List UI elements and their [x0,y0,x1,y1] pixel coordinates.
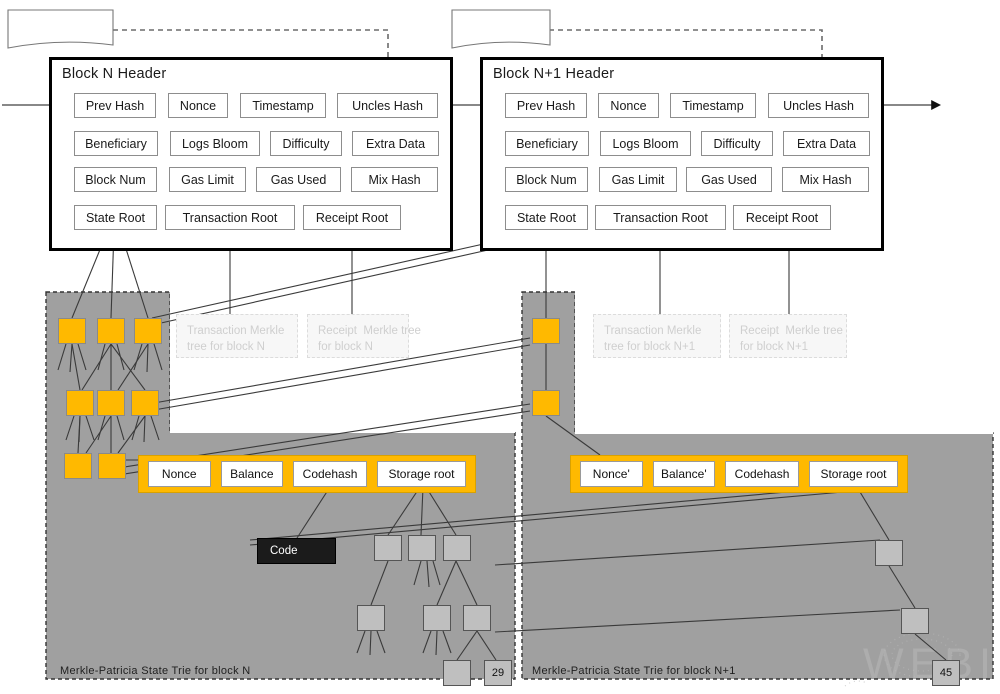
block-n1-header-title: Block N+1 Header [493,66,614,82]
field-uncles-hash-n1[interactable]: Uncles Hash [768,93,869,118]
placeholder-receipt-merkle-n1: Receipt Merkle tree for block N+1 [729,314,847,358]
code-box[interactable]: Code [257,538,336,564]
storage-node-grey[interactable] [875,540,903,566]
field-gas-used-n1[interactable]: Gas Used [686,167,772,192]
block-n-header-title: Block N Header [62,66,166,82]
field-state-root-n[interactable]: State Root [74,205,157,230]
trie-node-orange[interactable] [134,318,162,344]
trie-node-orange[interactable] [66,390,94,416]
field-prev-hash-n[interactable]: Prev Hash [74,93,156,118]
field-gas-limit-n1[interactable]: Gas Limit [599,167,677,192]
field-uncles-hash-n[interactable]: Uncles Hash [337,93,438,118]
field-timestamp-n[interactable]: Timestamp [240,93,326,118]
field-transaction-root-n[interactable]: Transaction Root [165,205,295,230]
account-cell-codehash[interactable]: Codehash [725,461,799,487]
field-nonce-n[interactable]: Nonce [168,93,228,118]
account-cell-balance[interactable]: Balance [221,461,284,487]
account-cell-nonce-prime[interactable]: Nonce' [580,461,643,487]
field-beneficiary-n[interactable]: Beneficiary [74,131,158,156]
field-beneficiary-n1[interactable]: Beneficiary [505,131,589,156]
field-extra-data-n1[interactable]: Extra Data [783,131,870,156]
storage-node-grey[interactable] [423,605,451,631]
field-block-num-n1[interactable]: Block Num [505,167,588,192]
trie-node-orange[interactable] [98,453,126,479]
placeholder-receipt-merkle-n: Receipt Merkle tree for block N [307,314,409,358]
placeholder-transaction-merkle-n1: Transaction Merkle tree for block N+1 [593,314,721,358]
field-gas-used-n[interactable]: Gas Used [256,167,341,192]
field-transaction-root-n1[interactable]: Transaction Root [595,205,726,230]
trie-node-orange[interactable] [64,453,92,479]
trie-node-orange[interactable] [97,390,125,416]
account-cell-codehash[interactable]: Codehash [293,461,367,487]
trie-label-block-n: Merkle-Patricia State Trie for block N [60,665,251,677]
trie-node-orange[interactable] [532,318,560,344]
storage-node-grey[interactable] [901,608,929,634]
trie-node-orange[interactable] [532,390,560,416]
field-logs-bloom-n1[interactable]: Logs Bloom [600,131,691,156]
trie-node-orange[interactable] [58,318,86,344]
field-receipt-root-n1[interactable]: Receipt Root [733,205,831,230]
diagram-canvas: WEBINAR [0,0,1000,694]
field-difficulty-n1[interactable]: Difficulty [701,131,773,156]
field-state-root-n1[interactable]: State Root [505,205,588,230]
field-mix-hash-n[interactable]: Mix Hash [351,167,438,192]
account-block-n: Nonce Balance Codehash Storage root [138,455,476,493]
field-block-num-n[interactable]: Block Num [74,167,157,192]
field-logs-bloom-n[interactable]: Logs Bloom [170,131,260,156]
account-cell-storage-root[interactable]: Storage root [377,461,466,487]
field-difficulty-n[interactable]: Difficulty [270,131,342,156]
trie-node-orange[interactable] [131,390,159,416]
trie-node-orange[interactable] [97,318,125,344]
storage-node-grey[interactable] [463,605,491,631]
field-receipt-root-n[interactable]: Receipt Root [303,205,401,230]
field-nonce-n1[interactable]: Nonce [598,93,659,118]
field-prev-hash-n1[interactable]: Prev Hash [505,93,587,118]
field-extra-data-n[interactable]: Extra Data [352,131,439,156]
placeholder-transaction-merkle-n: Transaction Merkle tree for block N [176,314,298,358]
storage-node-grey[interactable] [408,535,436,561]
account-cell-balance-prime[interactable]: Balance' [653,461,716,487]
storage-node-value-29: 29 [484,660,512,686]
field-mix-hash-n1[interactable]: Mix Hash [782,167,869,192]
storage-node-value-45: 45 [932,660,960,686]
storage-node-grey[interactable] [374,535,402,561]
account-cell-nonce[interactable]: Nonce [148,461,211,487]
field-gas-limit-n[interactable]: Gas Limit [169,167,246,192]
account-block-n1: Nonce' Balance' Codehash Storage root [570,455,908,493]
trie-label-block-n1: Merkle-Patricia State Trie for block N+1 [532,665,736,677]
storage-node-grey[interactable] [357,605,385,631]
storage-node-grey[interactable] [443,660,471,686]
field-timestamp-n1[interactable]: Timestamp [670,93,756,118]
account-cell-storage-root[interactable]: Storage root [809,461,898,487]
storage-node-grey[interactable] [443,535,471,561]
